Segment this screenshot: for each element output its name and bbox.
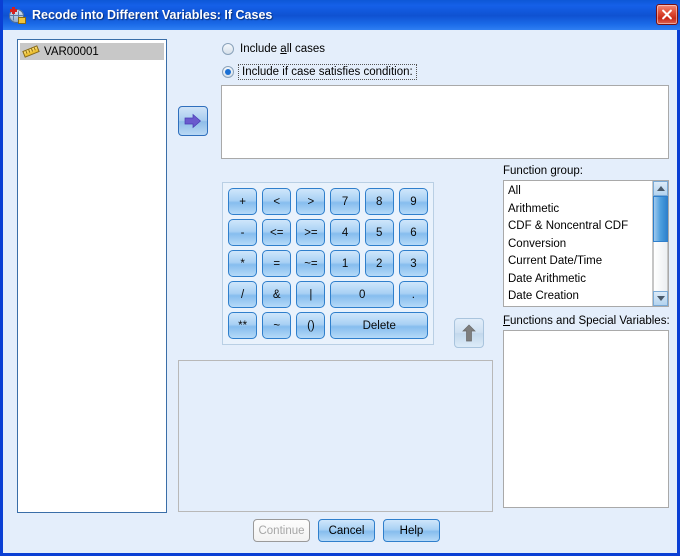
radio-include-if-condition[interactable]: Include if case satisfies condition: [222,64,417,80]
key-delete[interactable]: Delete [330,312,428,339]
key-or[interactable]: | [296,281,326,308]
list-item[interactable]: All [508,183,651,201]
right-arrow-icon [184,113,202,129]
key-9[interactable]: 9 [398,188,428,215]
key-minus[interactable]: - [228,219,258,246]
source-variable-list[interactable]: VAR00001 [17,39,167,513]
functions-special-variables-label: Functions and Special Variables: [503,315,670,327]
radio-include-if-condition-label: Include if case satisfies condition: [238,64,417,80]
scroll-down-icon[interactable] [653,291,668,306]
spss-recode-icon [9,6,26,24]
key-multiply[interactable]: * [228,250,258,277]
up-arrow-icon [462,324,476,342]
scrollbar-thumb[interactable] [653,196,668,242]
key-and[interactable]: & [262,281,292,308]
title-bar: Recode into Different Variables: If Case… [3,0,680,30]
expression-preview-panel [178,360,493,512]
move-function-arrow-button[interactable] [454,318,484,348]
radio-button[interactable] [222,66,234,78]
help-button[interactable]: Help [383,519,440,542]
functions-special-variables-list[interactable] [503,330,669,508]
scrollbar-track[interactable] [653,242,668,291]
key-less-than[interactable]: < [262,188,292,215]
list-item[interactable]: Date Arithmetic [508,271,651,289]
key-equals[interactable]: = [262,250,292,277]
condition-expression-input[interactable] [221,85,669,159]
scale-ruler-icon [22,44,40,58]
key-greater-than[interactable]: > [296,188,326,215]
key-5[interactable]: 5 [364,219,394,246]
key-less-equal[interactable]: <= [262,219,292,246]
function-group-scrollbar[interactable] [652,181,668,306]
radio-button[interactable] [222,43,234,55]
recode-if-cases-dialog: Recode into Different Variables: If Case… [0,0,680,556]
function-group-label: Function group: [503,165,583,177]
list-item[interactable]: Arithmetic [508,201,651,219]
list-item[interactable]: Current Date/Time [508,253,651,271]
key-power[interactable]: ** [228,312,258,339]
key-3[interactable]: 3 [398,250,428,277]
key-not-equal[interactable]: ~= [296,250,326,277]
function-group-items: All Arithmetic CDF & Noncentral CDF Conv… [504,181,651,306]
key-1[interactable]: 1 [330,250,360,277]
move-variable-arrow-button[interactable] [178,106,208,136]
key-6[interactable]: 6 [398,219,428,246]
key-not[interactable]: ~ [262,312,292,339]
cancel-button[interactable]: Cancel [318,519,375,542]
function-group-list[interactable]: All Arithmetic CDF & Noncentral CDF Conv… [503,180,669,307]
key-2[interactable]: 2 [364,250,394,277]
list-item[interactable]: CDF & Noncentral CDF [508,218,651,236]
radio-include-all-cases-label: Include all cases [240,43,326,55]
list-item[interactable]: Date Creation [508,288,651,306]
variable-name: VAR00001 [44,45,99,58]
key-decimal[interactable]: . [398,281,428,308]
continue-button[interactable]: Continue [253,519,310,542]
dialog-button-bar: Continue Cancel Help [253,519,440,542]
key-0[interactable]: 0 [330,281,394,308]
key-plus[interactable]: + [228,188,258,215]
list-item[interactable]: VAR00001 [20,43,164,60]
scroll-up-icon[interactable] [653,181,668,196]
list-item[interactable]: Conversion [508,236,651,254]
key-8[interactable]: 8 [364,188,394,215]
radio-include-all-cases[interactable]: Include all cases [222,43,325,55]
key-parentheses[interactable]: () [296,312,326,339]
window-title: Recode into Different Variables: If Case… [32,8,273,22]
key-greater-equal[interactable]: >= [296,219,326,246]
key-4[interactable]: 4 [330,219,360,246]
close-icon[interactable] [656,4,678,25]
key-divide[interactable]: / [228,281,258,308]
key-7[interactable]: 7 [330,188,360,215]
calculator-keypad: + < > 7 8 9 - <= >= 4 5 6 * = ~= 1 2 3 /… [222,182,434,345]
